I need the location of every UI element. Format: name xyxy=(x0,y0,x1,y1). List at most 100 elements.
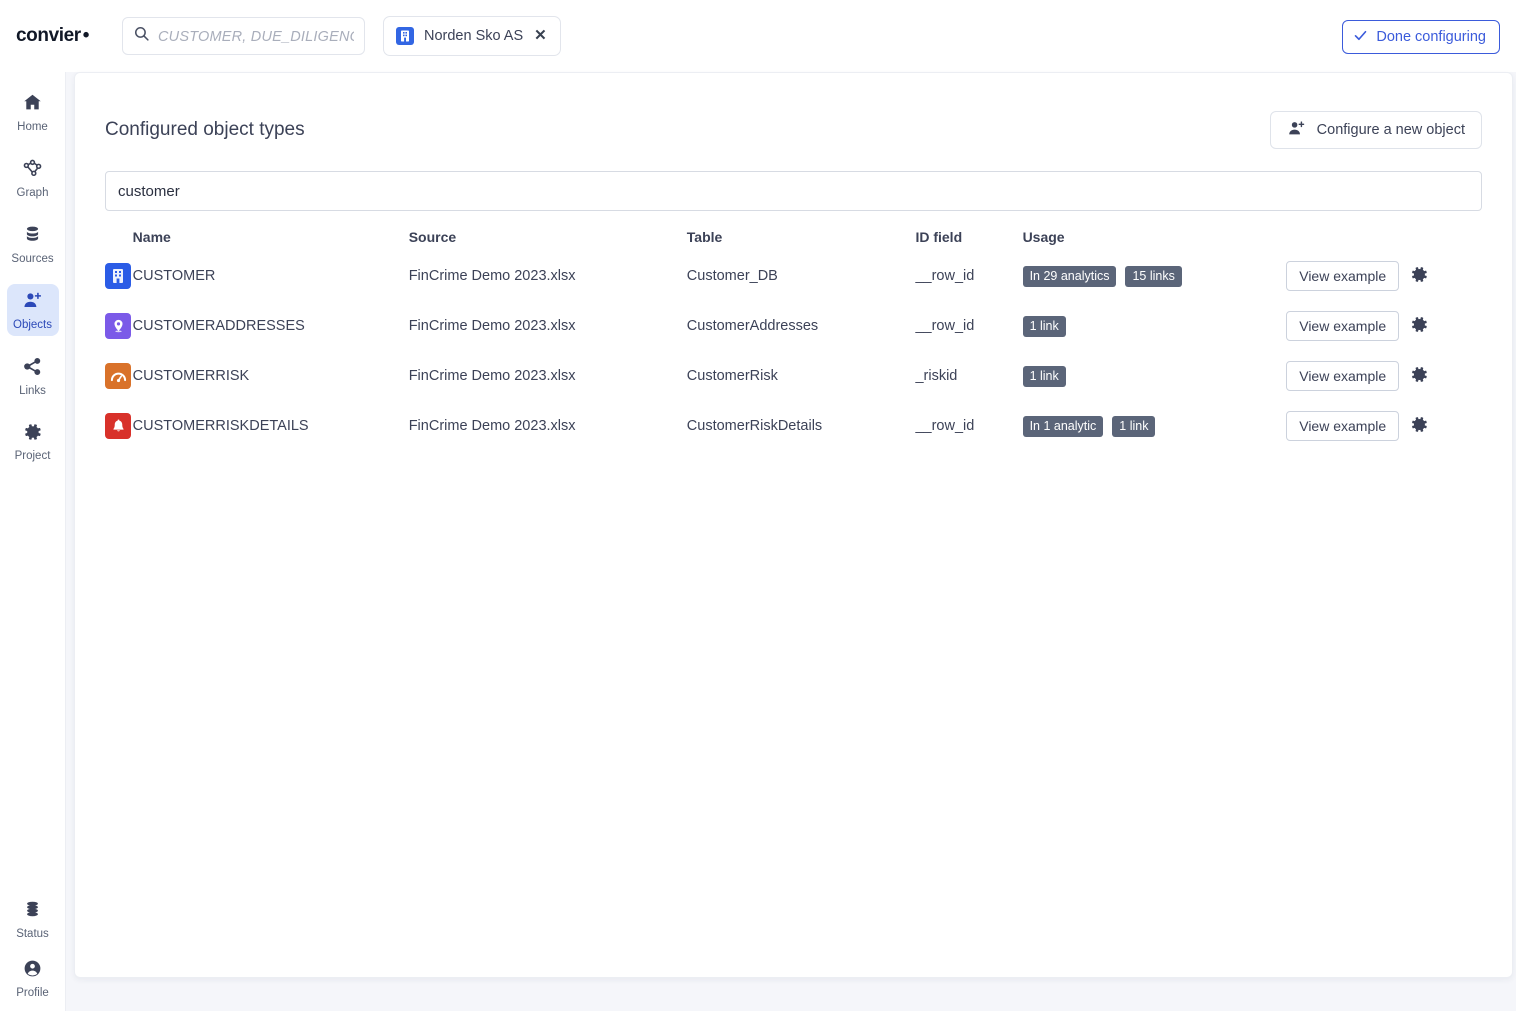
configure-new-object-button[interactable]: Configure a new object xyxy=(1269,111,1482,149)
search-icon xyxy=(133,25,150,47)
view-example-button[interactable]: View example xyxy=(1286,261,1400,291)
database-icon xyxy=(22,224,43,250)
row-settings-button[interactable] xyxy=(1410,315,1429,337)
sidebar-item-label: Project xyxy=(14,450,51,462)
entity-tab-chip[interactable]: Norden Sko AS ✕ xyxy=(383,15,561,56)
row-name: CUSTOMERRISKDETAILS xyxy=(132,418,309,434)
row-settings-button[interactable] xyxy=(1410,415,1429,437)
sidebar-item-graph[interactable]: Graph xyxy=(7,152,59,204)
sidebar-item-label: Links xyxy=(19,384,46,397)
view-example-button[interactable]: View example xyxy=(1286,411,1400,441)
view-example-button[interactable]: View example xyxy=(1286,311,1400,341)
person-icon xyxy=(22,958,43,984)
column-name: Name xyxy=(132,229,171,245)
row-source: FinCrime Demo 2023.xlsx xyxy=(408,318,576,334)
row-table: Customer_DB xyxy=(686,268,778,284)
gauge-icon xyxy=(105,363,131,389)
sidebar-item-label: Home xyxy=(17,120,48,133)
row-settings-cell xyxy=(1410,251,1482,301)
sidebar-item-label: Status xyxy=(16,927,49,940)
row-usage: In 1 analytic 1 link xyxy=(1022,401,1287,451)
row-settings-button[interactable] xyxy=(1410,265,1429,287)
gear-icon xyxy=(23,422,43,447)
row-table: CustomerRiskDetails xyxy=(686,418,823,434)
row-example-cell: View example xyxy=(1286,301,1410,351)
row-name: CUSTOMERRISK xyxy=(132,368,250,384)
row-source: FinCrime Demo 2023.xlsx xyxy=(408,418,576,434)
row-table: CustomerAddresses xyxy=(686,318,819,334)
row-id-field: __row_id xyxy=(915,318,975,334)
row-example-cell: View example xyxy=(1286,351,1410,401)
column-usage: Usage xyxy=(1022,229,1065,245)
column-icon xyxy=(75,229,133,251)
table-row: CUSTOMERADDRESSES FinCrime Demo 2023.xls… xyxy=(75,301,1482,351)
status-badge: 1 link xyxy=(1022,315,1066,337)
table-header: Name Source Table ID field Usage xyxy=(75,229,1482,251)
stack-icon xyxy=(22,899,43,925)
sidebar-item-objects[interactable]: Objects xyxy=(6,284,59,336)
row-usage: 1 link xyxy=(1022,301,1287,351)
status-badge: In 29 analytics xyxy=(1022,265,1117,287)
object-types-table: Name Source Table ID field Usage CUSTOME… xyxy=(75,229,1482,451)
brand-logo: convier • xyxy=(16,25,94,47)
sidebar-item-profile[interactable]: Profile xyxy=(7,959,59,1011)
table-row: CUSTOMERRISKDETAILS FinCrime Demo 2023.x… xyxy=(75,401,1482,451)
status-badge: 15 links xyxy=(1125,265,1182,287)
sidebar-item-sources[interactable]: Sources xyxy=(7,218,59,270)
share-icon xyxy=(22,356,43,382)
status-badge: 1 link xyxy=(1022,365,1066,387)
row-icon-cell xyxy=(75,401,133,451)
brand-mark: • xyxy=(82,24,90,46)
table-body: CUSTOMER FinCrime Demo 2023.xlsx Custome… xyxy=(75,251,1482,451)
row-settings-button[interactable] xyxy=(1410,365,1429,387)
sidebar-item-label: Profile xyxy=(16,986,49,999)
table-row: CUSTOMER FinCrime Demo 2023.xlsx Custome… xyxy=(75,251,1482,301)
column-settings xyxy=(1410,229,1482,251)
column-id-field: ID field xyxy=(915,229,963,245)
configured-object-types-card: Configured object types Configure a new … xyxy=(74,72,1513,978)
search-input[interactable] xyxy=(158,27,354,44)
row-source: FinCrime Demo 2023.xlsx xyxy=(408,368,576,384)
row-icon-cell xyxy=(75,251,133,301)
table-row: CUSTOMERRISK FinCrime Demo 2023.xlsx Cus… xyxy=(75,351,1482,401)
status-badge: In 1 analytic xyxy=(1022,415,1104,437)
check-icon xyxy=(1353,28,1368,47)
row-settings-cell xyxy=(1410,351,1482,401)
sidebar-item-label: Graph xyxy=(16,186,49,199)
table-header-row: Name Source Table ID field Usage xyxy=(75,229,1482,251)
row-id-field: __row_id xyxy=(915,418,975,434)
location-pin-icon xyxy=(105,313,131,339)
row-example-cell: View example xyxy=(1286,401,1410,451)
row-settings-cell xyxy=(1410,401,1482,451)
row-source: FinCrime Demo 2023.xlsx xyxy=(408,268,576,284)
column-example xyxy=(1286,229,1410,251)
sidebar-item-label: Objects xyxy=(13,318,52,331)
sidebar: Home Graph Sources Objects Links Project… xyxy=(0,72,66,1011)
add-user-icon xyxy=(1287,119,1306,142)
add-user-icon xyxy=(22,290,43,316)
filter-row xyxy=(75,149,1512,211)
sidebar-item-project[interactable]: Project xyxy=(7,416,59,468)
bell-icon xyxy=(105,413,131,439)
sidebar-item-status[interactable]: Status xyxy=(7,893,59,945)
row-icon-cell xyxy=(75,301,133,351)
gear-icon xyxy=(1410,365,1429,387)
close-icon[interactable]: ✕ xyxy=(533,28,548,43)
brand-name: convier xyxy=(16,24,81,46)
row-usage: In 29 analytics 15 links xyxy=(1022,251,1287,301)
row-icon-cell xyxy=(75,351,133,401)
column-table: Table xyxy=(686,229,723,245)
entity-tab-label: Norden Sko AS xyxy=(424,27,524,44)
sidebar-item-label: Sources xyxy=(11,252,54,265)
row-id-field: __row_id xyxy=(915,268,975,284)
done-configuring-button[interactable]: Done configuring xyxy=(1342,20,1500,54)
table-wrap: Name Source Table ID field Usage CUSTOME… xyxy=(75,229,1512,451)
global-search[interactable] xyxy=(122,16,365,55)
graph-icon xyxy=(22,158,43,184)
view-example-button[interactable]: View example xyxy=(1286,361,1400,391)
gear-icon xyxy=(1410,315,1429,337)
object-type-filter-input[interactable] xyxy=(105,171,1482,211)
column-source: Source xyxy=(408,229,457,245)
sidebar-item-links[interactable]: Links xyxy=(7,350,59,402)
sidebar-item-home[interactable]: Home xyxy=(7,86,59,138)
